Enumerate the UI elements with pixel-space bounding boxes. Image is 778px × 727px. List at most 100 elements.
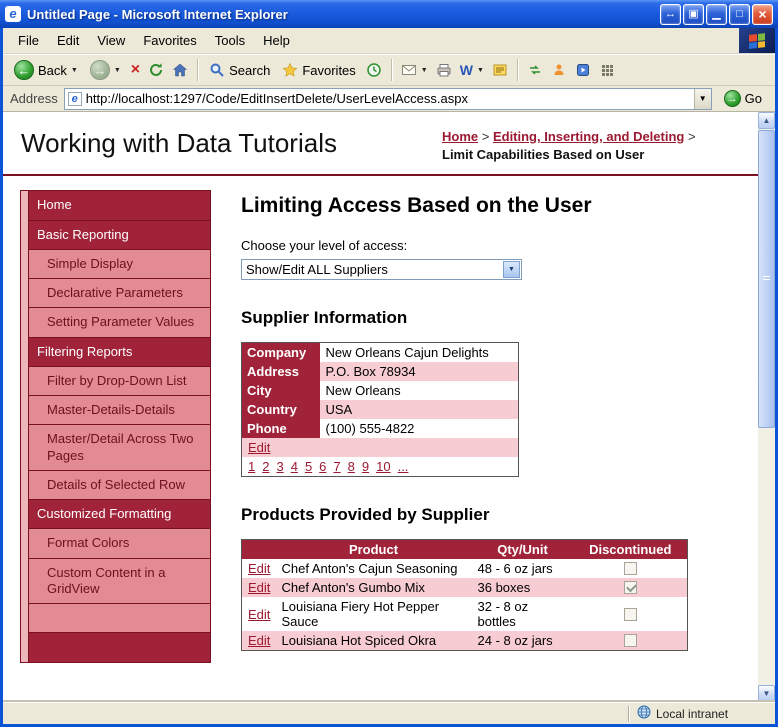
breadcrumb-link-editing-inserting-and-deleting[interactable]: Editing, Inserting, and Deleting xyxy=(493,129,684,144)
home-button[interactable] xyxy=(169,60,191,80)
discontinued-checkbox xyxy=(623,607,637,621)
page-header: Working with Data Tutorials Home > Editi… xyxy=(3,112,758,177)
minimize-button[interactable]: ▁ xyxy=(706,3,727,25)
supplier-edit-link[interactable]: Edit xyxy=(248,440,270,455)
chevron-down-icon[interactable]: ▼ xyxy=(503,261,520,279)
edit-button[interactable]: W ▼ xyxy=(457,60,487,80)
messenger-button[interactable] xyxy=(548,60,570,80)
back-button[interactable]: ← Back ▼ xyxy=(9,58,83,82)
refresh-icon xyxy=(148,62,164,78)
go-button[interactable]: → Go xyxy=(718,89,768,108)
refresh-button[interactable] xyxy=(145,60,167,80)
maximize-button[interactable]: □ xyxy=(729,3,750,25)
breadcrumb-link-home[interactable]: Home xyxy=(442,129,478,144)
product-qty-cell: 36 boxes xyxy=(471,578,574,598)
media-button[interactable] xyxy=(572,60,594,80)
tiles-button[interactable] xyxy=(596,60,618,80)
supplier-row-company: Company New Orleans Cajun Delights xyxy=(241,342,519,363)
scrollbar-thumb[interactable] xyxy=(758,130,775,428)
scroll-up-button[interactable]: ▲ xyxy=(758,112,775,129)
menu-bar: File Edit View Favorites Tools Help xyxy=(3,28,775,54)
menu-favorites[interactable]: Favorites xyxy=(134,29,205,52)
sidebar-item-filter-by-drop-down-list[interactable]: Filter by Drop-Down List xyxy=(29,366,210,397)
pager-link-[interactable]: ... xyxy=(398,459,409,474)
product-row: Edit Chef Anton's Cajun Seasoning 48 - 6 o… xyxy=(242,559,688,578)
address-dropdown-icon[interactable]: ▼ xyxy=(693,88,711,109)
supplier-row-city: City New Orleans xyxy=(241,381,519,401)
sidebar-item-filtering-reports[interactable]: Filtering Reports xyxy=(29,337,210,367)
main-content: Limiting Access Based on the User Choose… xyxy=(241,190,731,652)
product-name-cell: Chef Anton's Cajun Seasoning xyxy=(281,561,458,577)
product-row: Edit Louisiana Hot Spiced Okra 24 - 8 oz j… xyxy=(241,631,688,651)
sidebar-item-customized-formatting[interactable]: Customized Formatting xyxy=(29,500,210,530)
title-extra-window-button[interactable]: ▣ xyxy=(683,3,704,25)
sync-button[interactable] xyxy=(524,60,546,80)
pager-link-2[interactable]: 2 xyxy=(262,459,269,474)
history-button[interactable] xyxy=(363,60,385,80)
breadcrumb-separator: > xyxy=(478,129,493,144)
supplier-field-value: (100) 555-4822 xyxy=(325,421,415,437)
sidebar-item-home[interactable]: Home xyxy=(29,191,210,221)
search-button[interactable]: Search xyxy=(204,60,275,80)
sidebar-item-setting-parameter-values[interactable]: Setting Parameter Values xyxy=(29,308,210,338)
edit-dropdown-icon[interactable]: ▼ xyxy=(477,67,484,74)
pager-link-1[interactable]: 1 xyxy=(248,459,255,474)
sidebar-item-partial[interactable] xyxy=(29,604,210,634)
messenger-icon xyxy=(551,62,567,78)
pager-link-7[interactable]: 7 xyxy=(333,459,340,474)
stop-button[interactable]: × xyxy=(128,60,143,80)
breadcrumb-current: Limit Capabilities Based on User xyxy=(442,147,645,163)
product-edit-link[interactable]: Edit xyxy=(248,633,270,648)
access-level-value: Show/Edit ALL Suppliers xyxy=(246,262,388,278)
access-level-label: Choose your level of access: xyxy=(241,238,408,254)
access-level-select[interactable]: Show/Edit ALL Suppliers ▼ xyxy=(241,259,522,281)
product-edit-link[interactable]: Edit xyxy=(248,580,270,595)
title-extra-arrows-button[interactable]: ↔ xyxy=(660,3,681,25)
pager-link-5[interactable]: 5 xyxy=(305,459,312,474)
sidebar-item-master-details-details[interactable]: Master-Details-Details xyxy=(29,396,210,426)
status-bar: Local intranet xyxy=(3,702,775,724)
product-edit-link[interactable]: Edit xyxy=(248,607,270,622)
sidebar-item-partial[interactable] xyxy=(29,633,210,662)
close-button[interactable]: × xyxy=(752,3,773,25)
site-title: Working with Data Tutorials xyxy=(21,128,337,158)
pager-link-10[interactable]: 10 xyxy=(376,459,390,474)
sidebar-item-details-of-selected-row[interactable]: Details of Selected Row xyxy=(29,470,210,501)
menu-file[interactable]: File xyxy=(9,29,48,52)
menu-view[interactable]: View xyxy=(88,29,134,52)
title-bar: e Untitled Page - Microsoft Internet Exp… xyxy=(0,0,778,28)
pager-link-6[interactable]: 6 xyxy=(319,459,326,474)
go-label: Go xyxy=(744,91,762,106)
favorites-button[interactable]: Favorites xyxy=(277,60,360,80)
menu-help[interactable]: Help xyxy=(254,29,299,52)
print-button[interactable] xyxy=(433,60,455,80)
sidebar-item-custom-content-in-a-gridview[interactable]: Custom Content in a GridView xyxy=(29,558,210,605)
pager-link-9[interactable]: 9 xyxy=(362,459,369,474)
scroll-down-button[interactable]: ▼ xyxy=(758,685,775,702)
status-separator xyxy=(628,705,629,722)
product-edit-link[interactable]: Edit xyxy=(248,561,270,576)
pager-link-8[interactable]: 8 xyxy=(348,459,355,474)
supplier-field-label: Country xyxy=(241,400,320,420)
address-input[interactable]: e http://localhost:1297/Code/EditInsertD… xyxy=(63,87,712,110)
mail-icon xyxy=(401,62,417,78)
address-url: http://localhost:1297/Code/EditInsertDel… xyxy=(85,91,468,106)
products-header-discontinued: Discontinued xyxy=(573,539,688,560)
sidebar-item-master-detail-across-two-pages[interactable]: Master/Detail Across Two Pages xyxy=(29,425,210,471)
mail-button[interactable]: ▼ xyxy=(398,60,431,80)
pager-link-4[interactable]: 4 xyxy=(291,459,298,474)
forward-button[interactable]: → ▼ xyxy=(85,58,126,82)
back-dropdown-icon[interactable]: ▼ xyxy=(71,67,78,74)
vertical-scrollbar[interactable]: ▲ ▼ xyxy=(758,112,775,702)
sidebar-item-simple-display[interactable]: Simple Display xyxy=(29,249,210,280)
sidebar-item-format-colors[interactable]: Format Colors xyxy=(29,529,210,559)
menu-edit[interactable]: Edit xyxy=(48,29,88,52)
discuss-button[interactable] xyxy=(489,60,511,80)
mail-dropdown-icon[interactable]: ▼ xyxy=(421,67,428,74)
sidebar-item-basic-reporting[interactable]: Basic Reporting xyxy=(29,220,210,250)
supplier-field-value: New Orleans xyxy=(325,383,401,399)
forward-dropdown-icon[interactable]: ▼ xyxy=(114,67,121,74)
pager-link-3[interactable]: 3 xyxy=(276,459,283,474)
menu-tools[interactable]: Tools xyxy=(206,29,254,52)
sidebar-item-declarative-parameters[interactable]: Declarative Parameters xyxy=(29,279,210,309)
